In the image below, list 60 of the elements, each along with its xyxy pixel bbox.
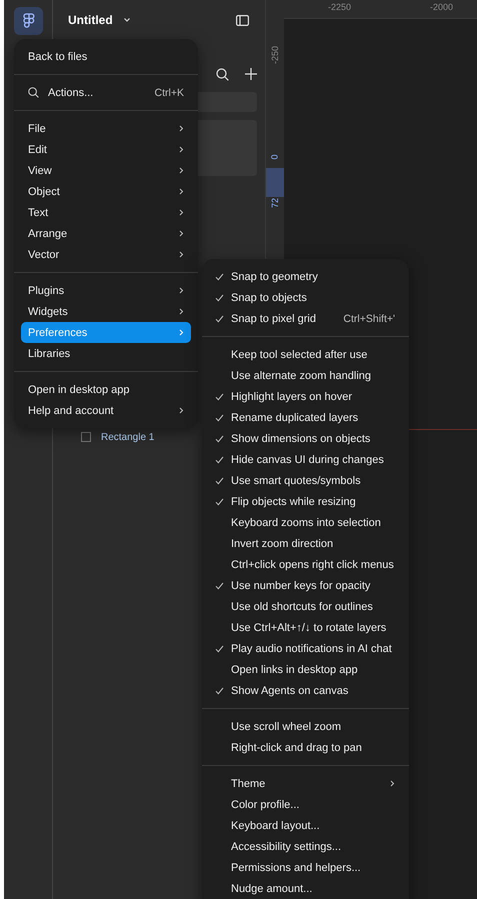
menu-item[interactable]: File [21, 118, 191, 139]
menu-item[interactable]: Preferences [21, 322, 191, 343]
chevron-down-icon[interactable] [122, 17, 131, 23]
menu-item[interactable]: Hide canvas UI during changes [209, 449, 402, 470]
menu-item[interactable]: Snap to geometry [209, 266, 402, 287]
menu-item[interactable]: Plugins [21, 280, 191, 301]
menu-item[interactable]: Flip objects while resizing [209, 491, 402, 512]
ruler-label: -250 [270, 46, 280, 64]
menu-item[interactable]: Snap to pixel grid Ctrl+Shift+' [209, 308, 402, 329]
menu-item[interactable]: Keyboard zooms into selection [209, 512, 402, 533]
menu-item[interactable]: Snap to objects [209, 287, 402, 308]
menu-item[interactable]: Text [21, 202, 191, 223]
logo-icon [22, 12, 34, 30]
search-icon[interactable] [216, 68, 229, 80]
menu-item[interactable]: Open in desktop app [21, 379, 191, 400]
menu-item[interactable]: Use Ctrl+Alt+↑/↓ to rotate layers [209, 617, 402, 638]
menu-item[interactable]: Use smart quotes/symbols [209, 470, 402, 491]
menu-item[interactable]: Vector [21, 244, 191, 265]
menu-item[interactable]: Color profile... [209, 794, 402, 815]
menu-item[interactable]: Play audio notifications in AI chat [209, 638, 402, 659]
menu-item[interactable]: View [21, 160, 191, 181]
menu-item[interactable]: Ctrl+click opens right click menus [209, 554, 402, 575]
layer-item[interactable]: Rectangle 1 [101, 432, 154, 442]
menu-item[interactable]: Use old shortcuts for outlines [209, 596, 402, 617]
ruler-label: 0 [270, 154, 280, 160]
menu-item[interactable]: Libraries [21, 343, 191, 364]
menu-item[interactable]: Open links in desktop app [209, 659, 402, 680]
menu-item[interactable]: Object [21, 181, 191, 202]
menu-item[interactable]: Show Agents on canvas [209, 680, 402, 701]
menu-item[interactable]: Nudge amount... [209, 878, 402, 899]
menu-item[interactable]: Use scroll wheel zoom [209, 716, 402, 737]
sidebar-toggle-icon[interactable] [236, 14, 249, 26]
menu-item[interactable]: Use number keys for opacity [209, 575, 402, 596]
menu-item[interactable]: Arrange [21, 223, 191, 244]
menu-item[interactable]: Help and account [21, 400, 191, 421]
selection-band [266, 168, 284, 197]
menu-item[interactable]: Right-click and drag to pan [209, 737, 402, 758]
menu-item[interactable]: Edit [21, 139, 191, 160]
menu-item[interactable]: Widgets [21, 301, 191, 322]
menu-item[interactable]: Show dimensions on objects [209, 428, 402, 449]
menu-item[interactable]: Keep tool selected after use [209, 344, 402, 365]
ruler-label: -2000 [430, 2, 454, 12]
menu-item[interactable]: Rename duplicated layers [209, 407, 402, 428]
search-icon [28, 87, 39, 98]
main-menu-button[interactable] [14, 7, 43, 35]
menu-item[interactable]: Back to files [21, 46, 191, 67]
menu-item[interactable]: Keyboard layout... [209, 815, 402, 836]
file-title[interactable]: Untitled [68, 13, 113, 27]
menu-item[interactable]: Actions... Ctrl+K [21, 82, 191, 103]
rectangle-icon [81, 432, 91, 442]
guide-line [409, 429, 477, 430]
menu-item[interactable]: Permissions and helpers... [209, 857, 402, 878]
ruler-label: 72 [270, 198, 280, 208]
ruler-label: -2250 [328, 2, 352, 12]
menu-item[interactable]: Invert zoom direction [209, 533, 402, 554]
plus-icon[interactable] [245, 68, 257, 80]
menu-item[interactable]: Accessibility settings... [209, 836, 402, 857]
menu-item[interactable]: Use alternate zoom handling [209, 365, 402, 386]
menu-item[interactable]: Theme [209, 773, 402, 794]
menu-item[interactable]: Highlight layers on hover [209, 386, 402, 407]
